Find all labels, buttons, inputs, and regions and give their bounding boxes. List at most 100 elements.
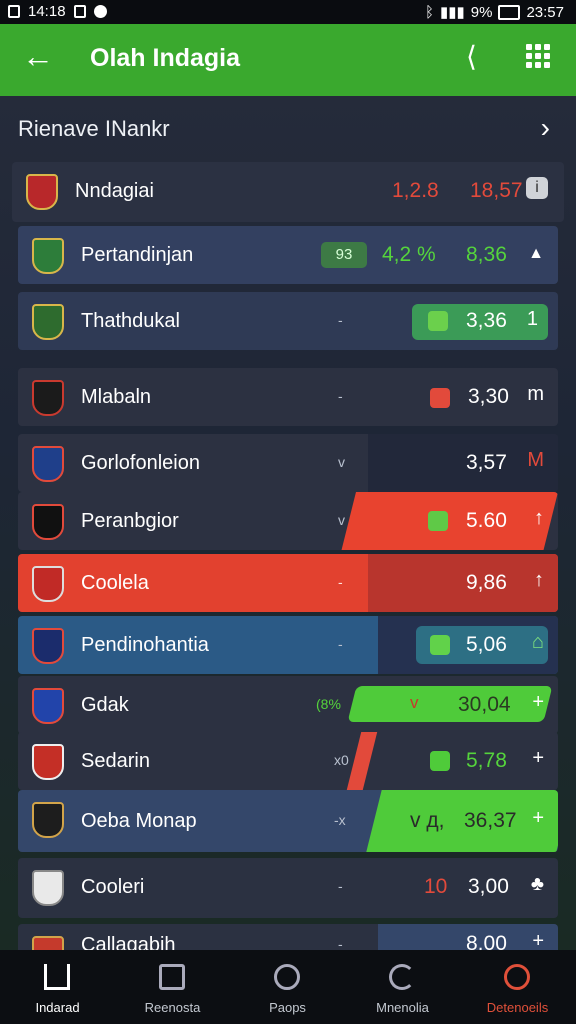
row-indicator: x0 bbox=[334, 752, 349, 768]
team-name: Thathdukal bbox=[81, 310, 180, 332]
nav-item-refresh[interactable]: Mnenolia bbox=[345, 950, 460, 1024]
odds-value: 5,78 bbox=[466, 749, 507, 772]
bluetooth-icon: ᛒ bbox=[424, 3, 434, 21]
count-badge: 93 bbox=[321, 242, 367, 268]
odds-value: 9,86 bbox=[466, 571, 507, 594]
list-item[interactable]: Peranbgior v 5.60 ↑ bbox=[18, 492, 558, 550]
list-item[interactable]: Sedarin x0 5,78 + bbox=[18, 732, 558, 790]
nav-item-home[interactable]: Indarad bbox=[0, 950, 115, 1024]
share-icon[interactable]: ⟨ bbox=[466, 40, 477, 73]
thumb-icon bbox=[428, 511, 448, 531]
list-item[interactable]: Mlabaln - 3,30 m bbox=[18, 368, 558, 426]
odds-value: 8,00 bbox=[466, 932, 507, 950]
info-icon[interactable]: i bbox=[526, 177, 548, 199]
odds-highlight-green[interactable] bbox=[366, 790, 558, 852]
list-item[interactable]: Cooleri - 10 3,00 ♣ bbox=[18, 858, 558, 918]
chevron-right-icon[interactable]: › bbox=[541, 112, 550, 144]
lock-icon bbox=[430, 388, 450, 408]
percent-label: (8% bbox=[316, 696, 341, 712]
plus-icon[interactable]: + bbox=[532, 747, 544, 770]
chevron-down-icon[interactable]: v bbox=[338, 454, 345, 470]
odds-value: 3,00 bbox=[468, 875, 509, 898]
home-icon[interactable]: ⌂ bbox=[532, 631, 544, 654]
team-crest-icon bbox=[32, 380, 64, 416]
arrow-up-icon[interactable]: ↑ bbox=[534, 507, 544, 530]
chevron-down-icon: v bbox=[410, 693, 419, 712]
nav-item-circle[interactable]: Paops bbox=[230, 950, 345, 1024]
thumb-icon bbox=[428, 311, 448, 331]
team-crest-icon bbox=[32, 238, 64, 274]
arrow-up-icon[interactable]: ↑ bbox=[534, 569, 544, 592]
list-item[interactable]: Pendinohantia - 5,06 ⌂ bbox=[18, 616, 558, 674]
team-name: Peranbgior bbox=[81, 510, 179, 532]
row-trail: 1 bbox=[526, 308, 538, 330]
list-item[interactable]: Pertandinjan 93 4,2 % 8,36 ▲ bbox=[18, 226, 558, 284]
plus-icon[interactable]: + bbox=[532, 691, 544, 714]
app-notification-icon bbox=[73, 5, 86, 18]
row-indicator: - bbox=[338, 312, 343, 328]
nav-label: Indarad bbox=[35, 1000, 80, 1015]
signal-icon: ▮▮▮ bbox=[440, 4, 465, 21]
odds-highlight-green[interactable] bbox=[347, 686, 553, 722]
team-crest-icon bbox=[32, 688, 64, 724]
team-name: Mlabaln bbox=[81, 386, 152, 408]
row-trail: M bbox=[527, 449, 544, 471]
arrow-up-icon[interactable]: ▲ bbox=[528, 245, 544, 263]
team-name: Oeba Monap bbox=[81, 810, 197, 832]
nav-item-profile[interactable]: Detenoeils bbox=[460, 950, 575, 1024]
nav-label: Mnenolia bbox=[376, 1000, 429, 1015]
battery-percent: 9% bbox=[470, 3, 493, 21]
odds-value: 3,36 bbox=[466, 309, 507, 332]
team-name: Pendinohantia bbox=[81, 634, 209, 656]
team-name: Gdak bbox=[81, 694, 129, 716]
team-crest-icon bbox=[26, 174, 58, 210]
odds-value-2: 8,36 bbox=[466, 243, 507, 266]
bottom-nav: Indarad Reenosta Paops Mnenolia Detenoei… bbox=[0, 950, 576, 1024]
list-item[interactable]: Callagabih - 8,00 + bbox=[18, 924, 558, 950]
list-item[interactable]: Thathdukal - 3,36 1 bbox=[18, 292, 558, 350]
list-item[interactable]: Coolela - 9,86 ↑ bbox=[18, 554, 558, 612]
list-item[interactable]: Oeba Monap -x v д, 36,37 + bbox=[18, 790, 558, 852]
list-item[interactable]: Gdak (8% v 30,04 + bbox=[18, 676, 558, 734]
circle-icon bbox=[274, 964, 300, 990]
team-crest-icon bbox=[32, 566, 64, 602]
team-crest-icon bbox=[32, 870, 64, 906]
nav-label: Detenoeils bbox=[486, 1000, 549, 1015]
odds-highlight-red[interactable] bbox=[341, 492, 558, 550]
plus-icon[interactable]: + bbox=[532, 807, 544, 830]
grid-menu-icon[interactable] bbox=[526, 44, 550, 68]
odds-prefix: 10 bbox=[424, 875, 448, 898]
row-indicator: - bbox=[338, 636, 343, 652]
row-trail: m bbox=[527, 383, 544, 405]
team-crest-icon bbox=[32, 446, 64, 482]
section-title: Rienave INankr bbox=[18, 116, 170, 141]
club-icon: ♣ bbox=[530, 873, 544, 895]
nav-item-calendar[interactable]: Reenosta bbox=[115, 950, 230, 1024]
main-content: Rienave INankr › Nndagiai 1,2.8 18,57 i … bbox=[0, 96, 576, 950]
arrow-left-icon[interactable]: ← bbox=[22, 38, 54, 75]
status-time: 14:18 bbox=[28, 3, 66, 20]
row-indicator: -x bbox=[334, 812, 346, 828]
odds-value-2: 18,57 bbox=[470, 179, 523, 202]
whatsapp-icon bbox=[93, 5, 107, 18]
section-header[interactable]: Rienave INankr › bbox=[0, 96, 576, 160]
list-item[interactable]: Gorlofonleion v 3,57 M bbox=[18, 434, 558, 492]
list-item[interactable]: Nndagiai 1,2.8 18,57 i bbox=[12, 162, 564, 222]
plus-icon[interactable]: + bbox=[532, 930, 544, 950]
page-title: Olah Indagia bbox=[90, 44, 241, 72]
row-indicator: - bbox=[338, 388, 343, 404]
team-crest-icon bbox=[32, 628, 64, 664]
thumb-icon bbox=[430, 635, 450, 655]
odds-value: 5.60 bbox=[466, 509, 507, 532]
chevron-down-icon[interactable]: v bbox=[338, 512, 345, 528]
nav-label: Reenosta bbox=[144, 1000, 201, 1015]
thumb-icon bbox=[430, 751, 450, 771]
odds-value: 1,2.8 bbox=[392, 179, 439, 202]
home-icon bbox=[44, 964, 70, 990]
refresh-icon bbox=[389, 964, 415, 990]
odds-value: 3,30 bbox=[468, 385, 509, 408]
row-indicator: - bbox=[338, 574, 343, 590]
row-indicator: - bbox=[338, 936, 343, 950]
odds-value: 30,04 bbox=[458, 693, 511, 716]
app-bar: ← Olah Indagia ⟨ bbox=[0, 24, 576, 96]
